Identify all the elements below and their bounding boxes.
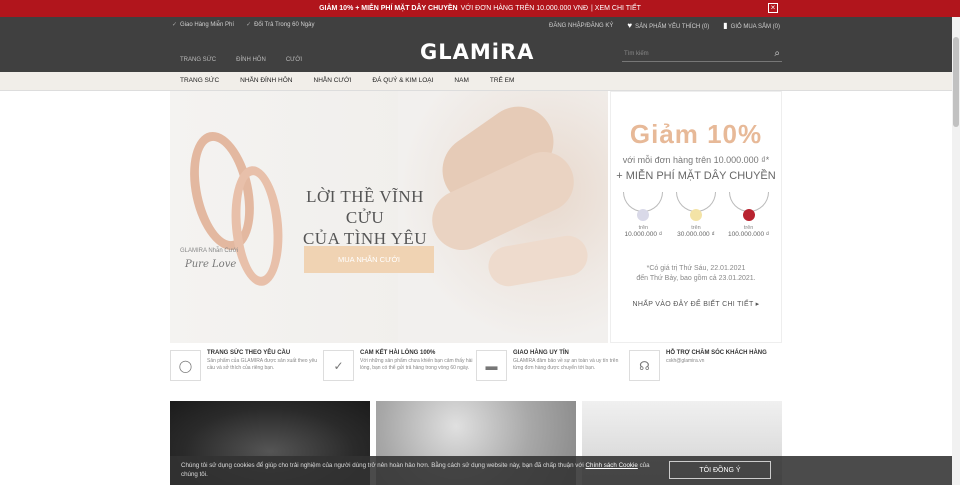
nav-item-gemstones-metals[interactable]: ĐÁ QUÝ & KIM LOẠI [372,77,433,84]
scrollbar-thumb[interactable] [953,37,959,127]
feature-strip: ◯ TRANG SỨC THEO YÊU CẦU Sản phẩm của GL… [170,350,782,390]
search-icon[interactable]: ⌕ [774,48,780,59]
promo-subtitle-2: + MIỄN PHÍ MẶT DÂY CHUYỀN [616,170,776,182]
cookie-policy-link[interactable]: Chính sách Cookie [586,462,638,469]
gem-icon [689,209,702,221]
checkmark-icon: ✓ [172,22,178,28]
pendant-list: trên 10.000.000 ₫ trên 30.000.000 ₫ trên… [611,192,781,238]
top-link-engagement[interactable]: ĐÍNH HÔN [236,57,266,63]
top-link-jewelry[interactable]: TRANG SỨC [180,57,216,63]
pendant-item: trên 100.000.000 ₫ [724,192,774,238]
headset-icon: ☊ [629,350,660,381]
heart-icon: ♥ [627,21,633,30]
login-link[interactable]: ĐĂNG NHẬP/ĐĂNG KÝ [549,23,613,29]
checkmark-icon: ✓ [246,22,252,28]
cookie-banner: Chúng tôi sử dụng cookies để giúp cho tr… [170,456,952,485]
promo-bar[interactable]: GIẢM 10% + MIỄN PHÍ MẶT DÂY CHUYỀN VỚI Đ… [0,0,960,17]
promo-title: Giảm 10% [629,119,763,149]
pendant-item: trên 10.000.000 ₫ [618,192,668,238]
nav-item-engagement-rings[interactable]: NHẪN ĐÍNH HÔN [240,77,292,84]
promo-bold-text: GIẢM 10% + MIỄN PHÍ MẶT DÂY CHUYỀN [319,5,458,12]
close-icon[interactable]: × [768,3,778,13]
nav-item-kids[interactable]: TRẺ EM [490,77,515,84]
accept-cookies-button[interactable]: TÔI ĐỒNG Ý [669,461,771,479]
hero-script-text: Pure Love [185,259,237,270]
promo-dates: *Có giá trị Thứ Sáu, 22.01.2021 đến Thứ … [636,265,756,282]
site-header: ✓ Giao Hàng Miễn Phí ✓ Đổi Trả Trong 60 Ng… [0,17,960,72]
account-links: ĐĂNG NHẬP/ĐĂNG KÝ ♥ SẢN PHẨM YÊU THÍCH (0… [549,21,780,30]
site-logo[interactable]: GLAMiRA [420,40,534,64]
promo-details-link[interactable]: NHẤP VÀO ĐÂY ĐỂ BIẾT CHI TIẾT ▸ [611,300,781,308]
promo-text: VỚI ĐƠN HÀNG TRÊN 10.000.000 VNĐ [460,5,589,12]
search-placeholder: Tìm kiếm [624,51,649,57]
returns-note: ✓ Đổi Trả Trong 60 Ngày [246,22,315,28]
shopping-bag-icon: ▮ [723,21,728,30]
feature-item: ▬ GIAO HÀNG UY TÍN GLAMIRA đảm bảo về sự… [476,350,629,390]
nav-item-jewelry[interactable]: TRANG SỨC [180,77,219,84]
hand-shape [485,232,591,290]
feature-item: ◯ TRANG SỨC THEO YÊU CẦU Sản phẩm của GL… [170,350,323,390]
wishlist-link[interactable]: ♥ SẢN PHẨM YÊU THÍCH (0) [627,21,709,30]
side-promo-panel[interactable]: Giảm 10% với mỗi đơn hàng trên 10.000.00… [610,91,782,343]
ring-icon: ◯ [170,350,201,381]
nav-item-men[interactable]: NAM [454,77,468,84]
truck-icon: ▬ [476,350,507,381]
promo-subtitle: với mỗi đơn hàng trên 10.000.000 ₫* [622,155,770,165]
check-icon: ✓ [323,350,354,381]
gem-icon [742,209,755,221]
feature-item: ✓ CAM KẾT HÀI LÒNG 100% Với những sản ph… [323,350,476,390]
hero-caption: GLAMIRA Nhẫn Cưới [180,248,238,254]
service-highlights: ✓ Giao Hàng Miễn Phí ✓ Đổi Trả Trong 60 Ng… [172,21,314,28]
top-link-wedding[interactable]: CƯỚI [286,57,302,63]
cart-link[interactable]: ▮ GIỎ MUA SẮM (0) [723,21,780,30]
nav-item-wedding-rings[interactable]: NHẪN CƯỚI [314,77,352,84]
promo-details-link[interactable]: | XEM CHI TIẾT [591,5,641,12]
shop-wedding-rings-button[interactable]: MUA NHẪN CƯỚI [304,246,434,273]
feature-item: ☊ HỖ TRỢ CHĂM SÓC KHÁCH HÀNG cskh@glamir… [629,350,782,390]
hero-title: LỜI THỀ VĨNH CỬU CỦA TÌNH YÊU [302,187,428,248]
pendant-item: trên 30.000.000 ₫ [671,192,721,238]
search-input[interactable]: Tìm kiếm ⌕ [622,46,782,62]
free-shipping-note: ✓ Giao Hàng Miễn Phí [172,22,235,28]
top-category-links: TRANG SỨC ĐÍNH HÔN CƯỚI [180,57,302,63]
page-scrollbar[interactable] [952,17,960,485]
hero-banner[interactable]: GLAMIRA Nhẫn Cưới Pure Love LỜI THỀ VĨNH… [170,91,608,343]
gem-icon [637,209,650,221]
main-nav: TRANG SỨC NHẪN ĐÍNH HÔN NHẪN CƯỚI ĐÁ QUÝ… [0,72,960,91]
cookie-text: Chúng tôi sử dụng cookies để giúp cho tr… [181,462,650,478]
